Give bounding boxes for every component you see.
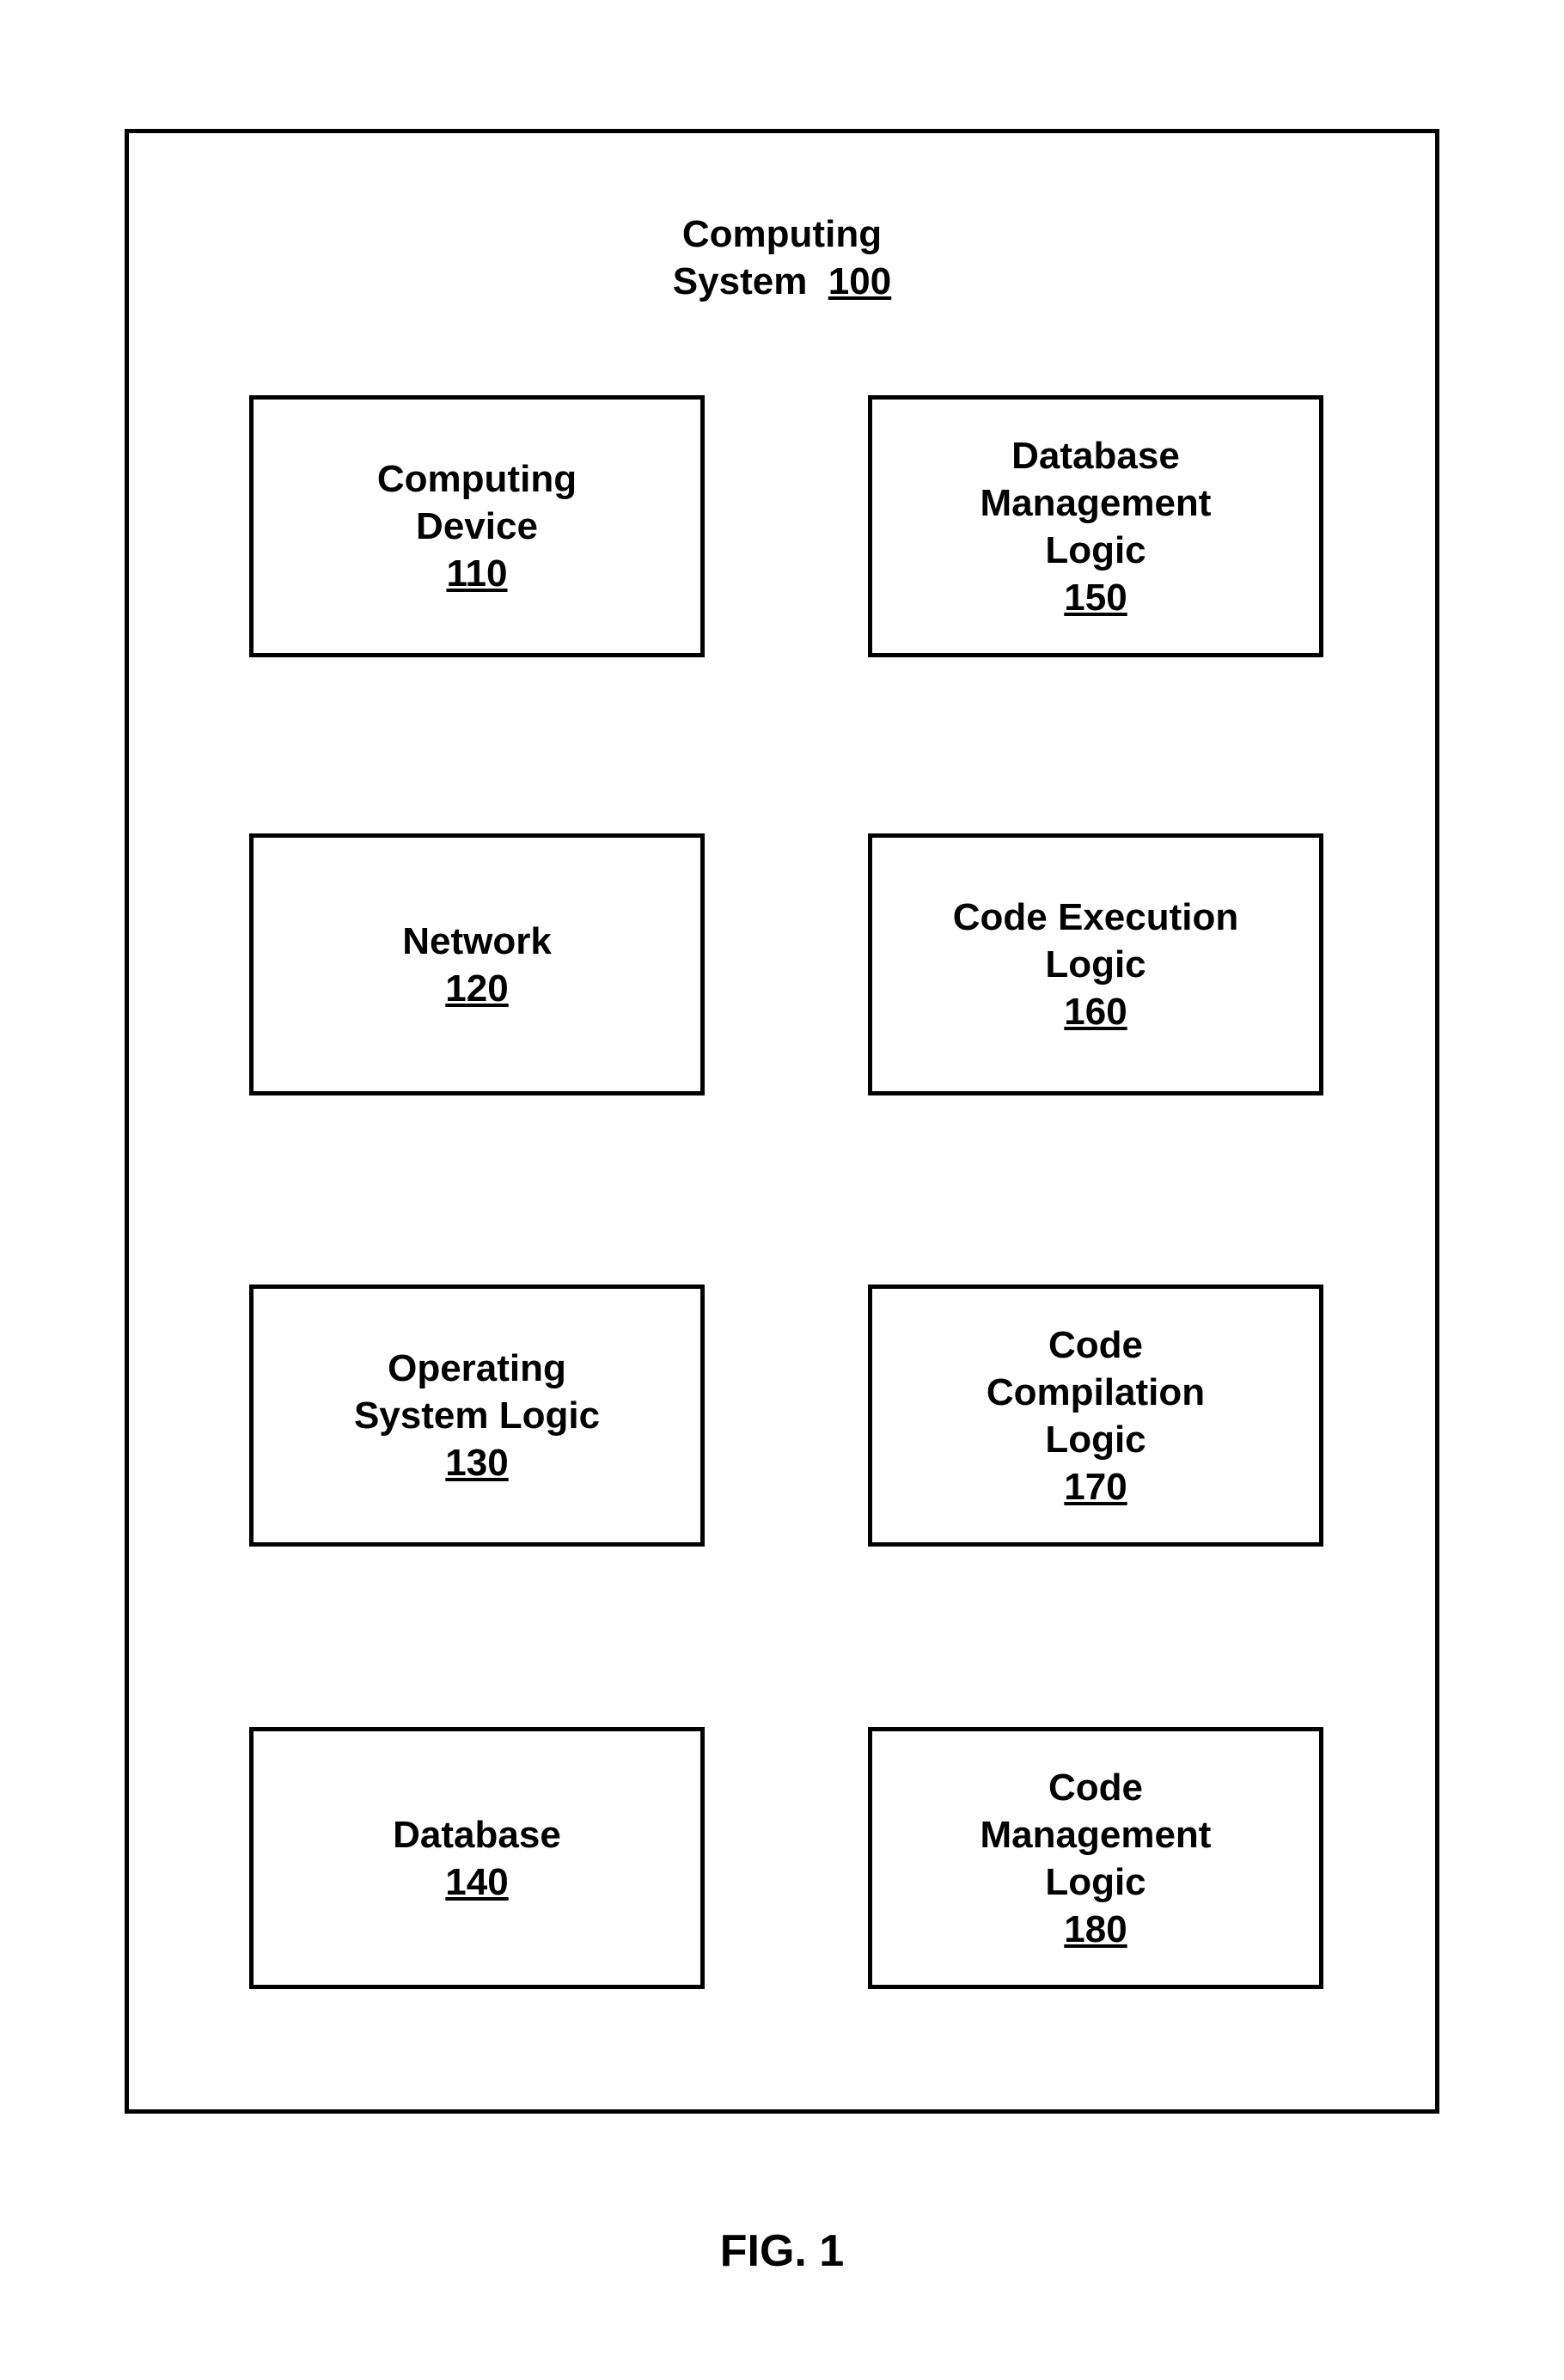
block-ref: 170 (1064, 1463, 1127, 1510)
block-line2: System Logic (354, 1392, 600, 1439)
figure-caption: FIG. 1 (720, 2225, 844, 2277)
block-line1: Code (1048, 1321, 1143, 1369)
block-line1: Code (1048, 1764, 1143, 1811)
block-database: Database 140 (249, 1727, 705, 1989)
block-database-management-logic: Database Management Logic 150 (868, 395, 1323, 657)
block-code-management-logic: Code Management Logic 180 (868, 1727, 1323, 1989)
block-operating-system-logic: Operating System Logic 130 (249, 1285, 705, 1547)
title-line2: System (673, 260, 808, 302)
block-ref: 130 (445, 1439, 508, 1486)
block-ref: 110 (447, 550, 508, 597)
title-ref: 100 (828, 260, 891, 302)
block-line3: Logic (1045, 527, 1146, 574)
block-line2: Management (981, 479, 1212, 527)
block-line1: Computing (377, 455, 577, 503)
block-ref: 140 (445, 1858, 508, 1906)
block-network: Network 120 (249, 833, 705, 1095)
block-line2: Compilation (987, 1369, 1205, 1416)
block-line3: Logic (1045, 1416, 1146, 1463)
block-line1: Code Execution (953, 894, 1239, 941)
block-line1: Database (393, 1811, 561, 1858)
block-ref: 160 (1064, 988, 1127, 1035)
block-ref: 180 (1064, 1906, 1127, 1953)
block-line1: Operating (388, 1345, 566, 1392)
diagram-title: Computing System 100 (673, 211, 891, 305)
block-line1: Network (402, 918, 552, 965)
block-code-compilation-logic: Code Compilation Logic 170 (868, 1285, 1323, 1547)
block-line1: Database (1011, 432, 1180, 479)
block-ref: 150 (1064, 574, 1127, 621)
block-ref: 120 (445, 965, 508, 1012)
block-computing-device: Computing Device 110 (249, 395, 705, 657)
block-line2: Device (416, 503, 538, 550)
title-line1: Computing (673, 211, 891, 258)
computing-system-container: Computing System 100 Computing Device 11… (125, 129, 1439, 2114)
block-line3: Logic (1045, 1858, 1146, 1906)
block-code-execution-logic: Code Execution Logic 160 (868, 833, 1323, 1095)
block-line2: Logic (1045, 941, 1146, 988)
block-line2: Management (981, 1811, 1212, 1858)
title-line2-row: System 100 (673, 258, 891, 305)
